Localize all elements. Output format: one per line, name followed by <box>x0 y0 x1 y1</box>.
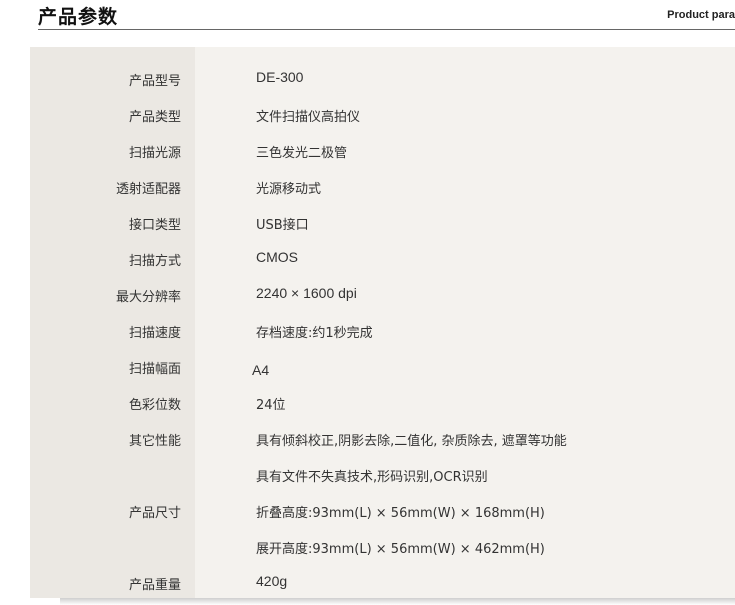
bottom-shadow <box>60 598 735 605</box>
spec-row-dimensions-cont: 展开高度:93mm(L) × 56mm(W) × 462mm(H) <box>30 528 735 564</box>
spec-row-other-features-cont: 具有文件不失真技术,形码识别,OCR识别 <box>30 456 735 492</box>
header-divider <box>38 29 735 30</box>
spec-value: 文件扫描仪高拍仪 <box>256 110 361 125</box>
spec-row-weight: 产品重量 420g <box>30 564 735 600</box>
spec-row-other-features: 其它性能 具有倾斜校正,阴影去除,二值化, 杂质除去, 遮罩等功能 <box>30 420 735 456</box>
spec-value: 展开高度:93mm(L) × 56mm(W) × 462mm(H) <box>256 542 545 557</box>
spec-value: 2240 × 1600 dpi <box>256 285 357 301</box>
spec-label: 其它性能 <box>128 434 181 449</box>
section-title: 产品参数 <box>38 6 119 28</box>
spec-label: 扫描速度 <box>128 326 181 341</box>
spec-label: 扫描幅面 <box>128 362 181 377</box>
spec-label: 扫描方式 <box>128 254 181 269</box>
spec-row-scan-method: 扫描方式 CMOS <box>30 240 735 276</box>
section-header: 产品参数 Product para <box>0 0 735 30</box>
spec-row-dimensions: 产品尺寸 折叠高度:93mm(L) × 56mm(W) × 168mm(H) <box>30 492 735 528</box>
spec-value: CMOS <box>256 249 298 265</box>
spec-value: 光源移动式 <box>256 182 322 197</box>
spec-row-model: 产品型号 DE-300 <box>30 60 735 96</box>
spec-row-adapter: 透射适配器 光源移动式 <box>30 168 735 204</box>
spec-label: 扫描光源 <box>128 146 181 161</box>
spec-value: 420g <box>256 573 288 589</box>
spec-row-interface: 接口类型 USB接口 <box>30 204 735 240</box>
spec-value: 存档速度:约1秒完成 <box>256 326 373 341</box>
spec-value: 三色发光二极管 <box>256 146 348 161</box>
spec-label: 透射适配器 <box>115 182 181 197</box>
spec-value: 具有文件不失真技术,形码识别,OCR识别 <box>256 470 488 485</box>
spec-value: 折叠高度:93mm(L) × 56mm(W) × 168mm(H) <box>256 506 545 521</box>
spec-label: 接口类型 <box>128 218 181 233</box>
section-subtitle: Product para <box>667 9 735 21</box>
spec-table: 产品型号 DE-300 产品类型 文件扫描仪高拍仪 扫描光源 三色发光二极管 透… <box>30 47 735 598</box>
spec-label: 产品尺寸 <box>128 506 181 521</box>
spec-value: 24位 <box>256 398 286 413</box>
spec-row-type: 产品类型 文件扫描仪高拍仪 <box>30 96 735 132</box>
spec-label: 产品类型 <box>128 110 181 125</box>
spec-row-speed: 扫描速度 存档速度:约1秒完成 <box>30 312 735 348</box>
spec-row-scan-size: 扫描幅面 A4 <box>30 348 735 384</box>
spec-value: USB接口 <box>256 218 309 233</box>
spec-label: 产品型号 <box>128 74 181 89</box>
spec-label: 产品重量 <box>128 578 181 593</box>
spec-row-color-depth: 色彩位数 24位 <box>30 384 735 420</box>
spec-value: A4 <box>252 362 270 378</box>
spec-value: 具有倾斜校正,阴影去除,二值化, 杂质除去, 遮罩等功能 <box>256 434 567 449</box>
spec-row-light-source: 扫描光源 三色发光二极管 <box>30 132 735 168</box>
spec-label: 色彩位数 <box>128 398 181 413</box>
spec-value: DE-300 <box>256 69 304 85</box>
spec-row-resolution: 最大分辨率 2240 × 1600 dpi <box>30 276 735 312</box>
spec-label: 最大分辨率 <box>115 290 181 305</box>
